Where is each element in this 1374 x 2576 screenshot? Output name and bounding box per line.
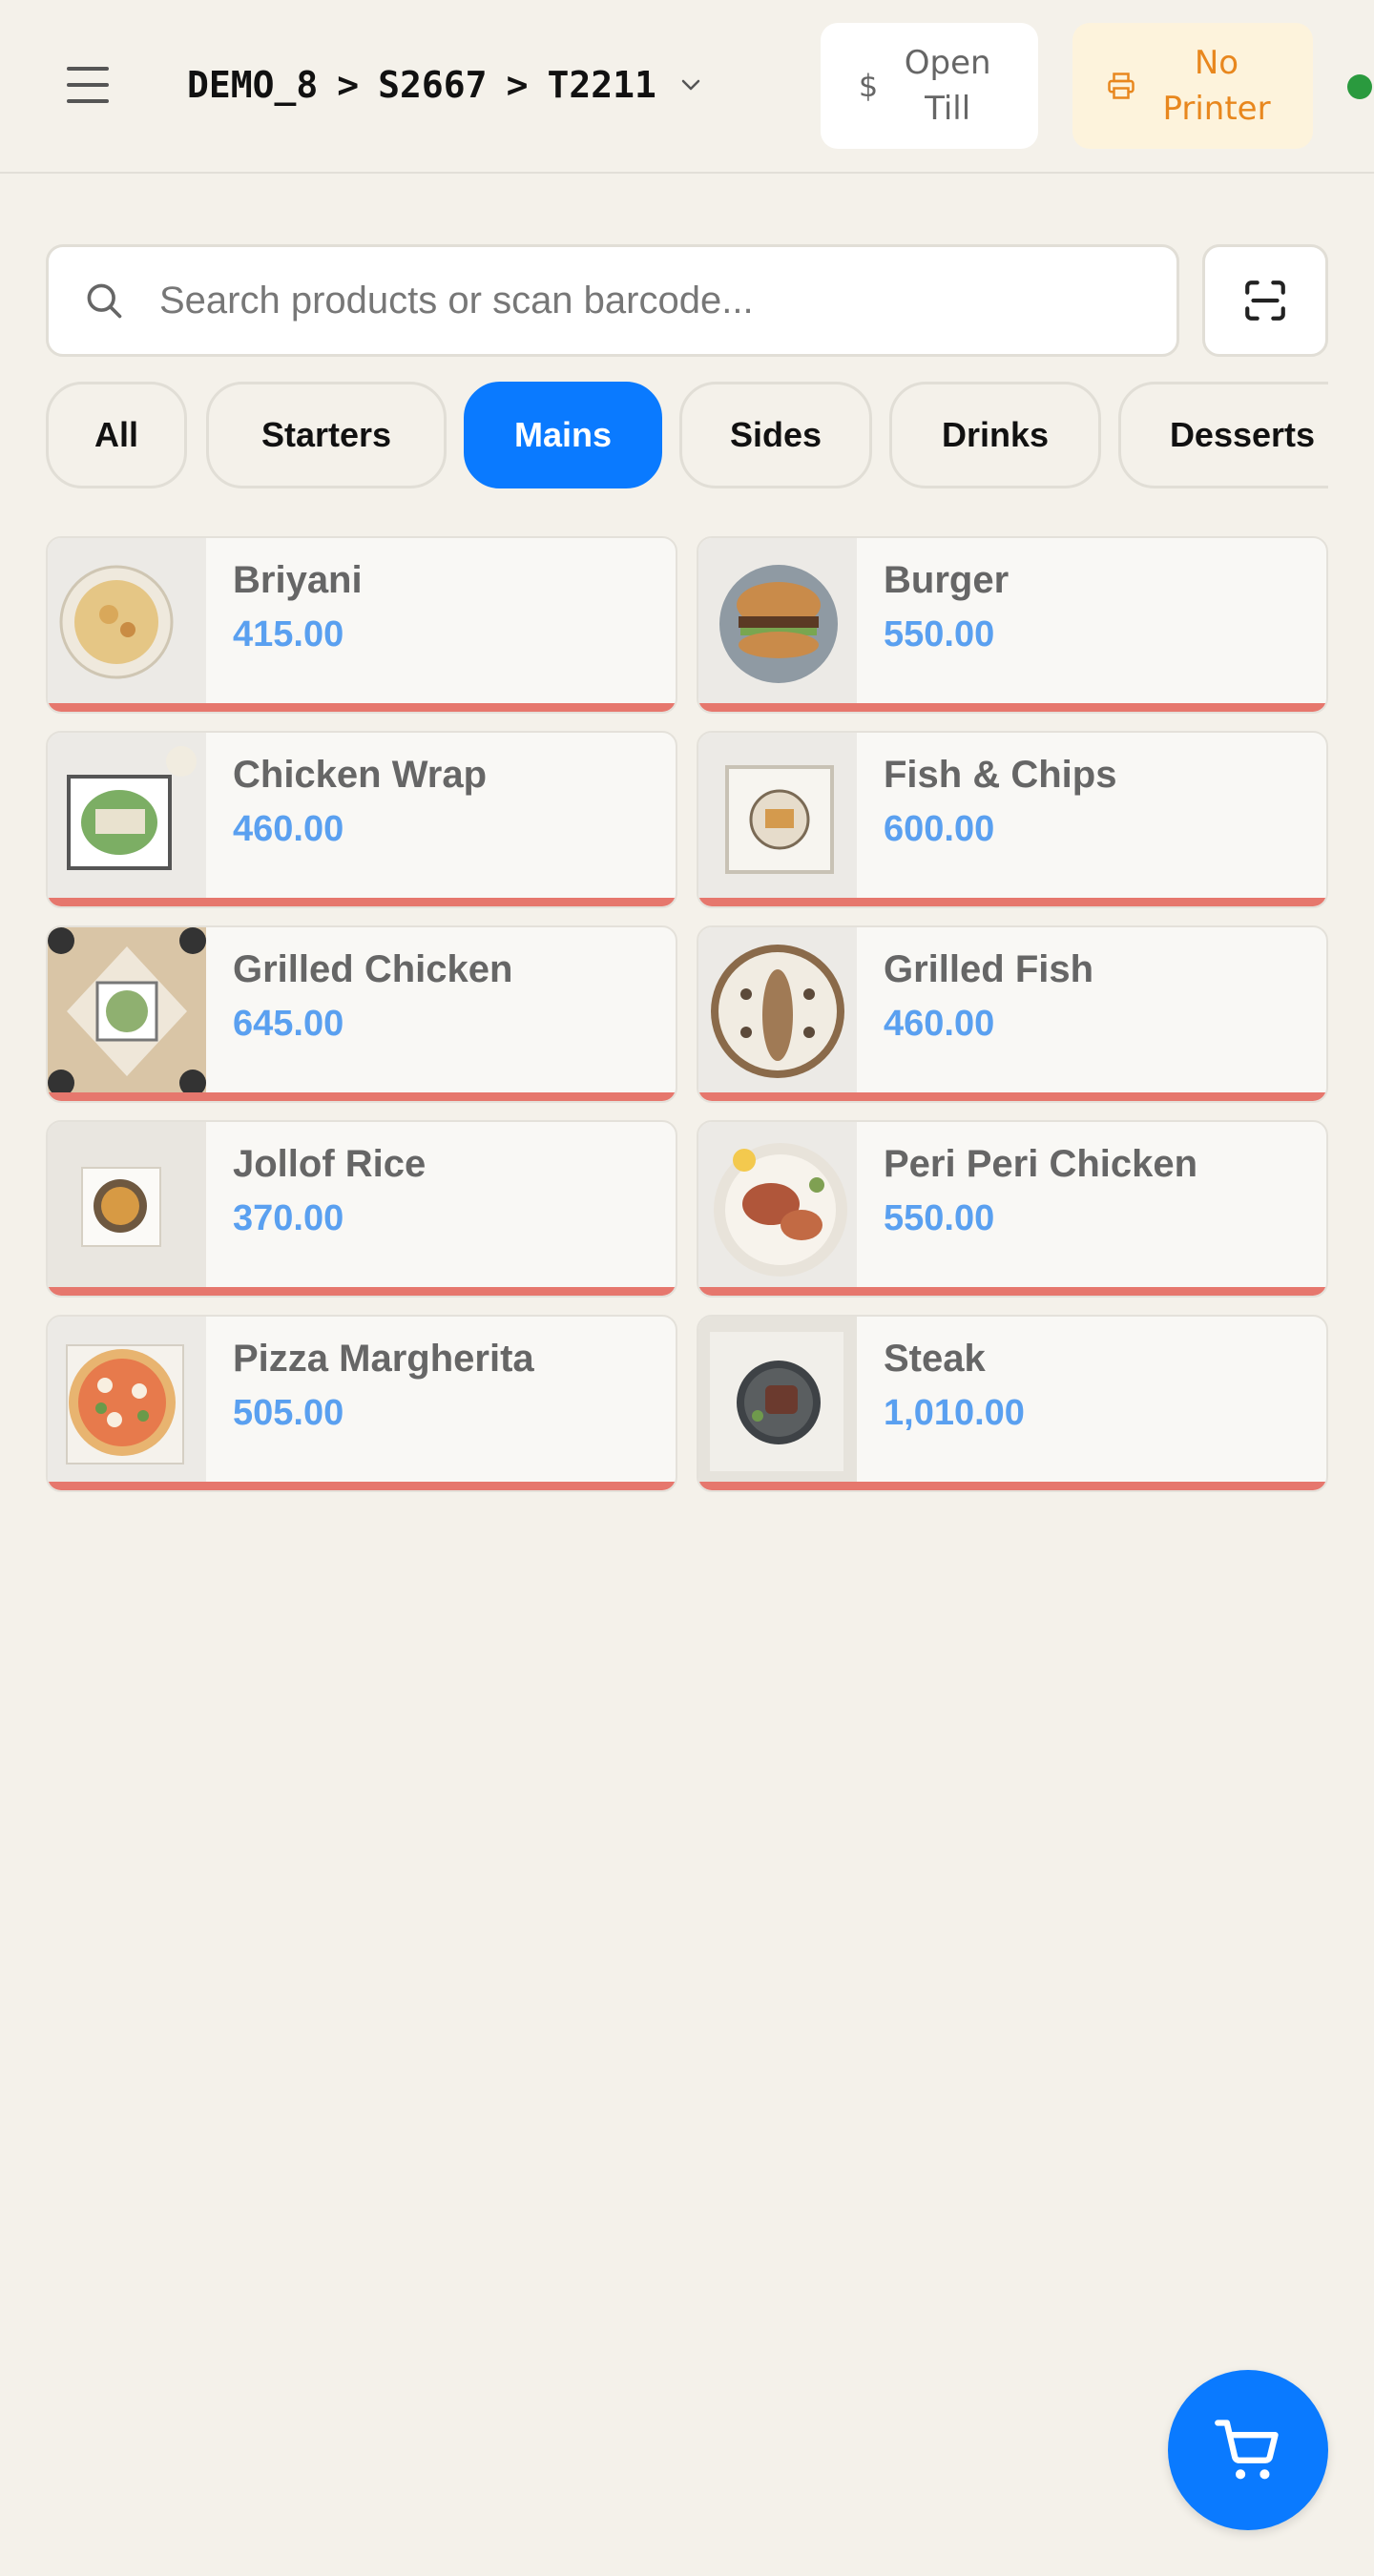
product-card[interactable]: Peri Peri Chicken 550.00 xyxy=(697,1120,1328,1298)
scan-icon xyxy=(1245,280,1285,321)
card-accent-bar xyxy=(698,1482,1326,1490)
product-name: Chicken Wrap xyxy=(233,754,487,796)
product-card[interactable]: Pizza Margherita 505.00 xyxy=(46,1315,677,1492)
product-name: Grilled Fish xyxy=(884,948,1094,990)
product-card[interactable]: Burger 550.00 xyxy=(697,536,1328,714)
product-name: Steak xyxy=(884,1338,986,1380)
product-price: 460.00 xyxy=(884,1004,995,1044)
breadcrumb-terminal: T2211 xyxy=(547,64,656,106)
product-name: Peri Peri Chicken xyxy=(884,1143,1198,1185)
product-name: Briyani xyxy=(233,559,363,601)
product-price: 1,010.00 xyxy=(884,1393,1025,1433)
open-till-label-line2: Till xyxy=(925,90,971,128)
product-image xyxy=(698,733,857,902)
product-image xyxy=(698,538,857,707)
product-name: Fish & Chips xyxy=(884,754,1117,796)
product-price: 505.00 xyxy=(233,1393,344,1433)
card-accent-bar xyxy=(698,898,1326,906)
search-input[interactable] xyxy=(159,279,1114,322)
breadcrumb-store: S2667 xyxy=(378,64,488,106)
tab-starters[interactable]: Starters xyxy=(206,382,447,488)
breadcrumb[interactable]: DEMO_8 > S2667 > T2211 xyxy=(187,59,702,111)
tab-all[interactable]: All xyxy=(46,382,187,488)
card-accent-bar xyxy=(698,1287,1326,1296)
breadcrumb-company: DEMO_8 xyxy=(187,64,319,106)
hamburger-menu-icon[interactable] xyxy=(57,63,118,107)
product-name: Burger xyxy=(884,559,1010,601)
card-accent-bar xyxy=(48,1482,676,1490)
card-accent-bar xyxy=(698,1092,1326,1101)
top-bar: DEMO_8 > S2667 > T2211 $ Open Till No Pr… xyxy=(0,0,1374,174)
product-image xyxy=(48,538,206,707)
product-price: 460.00 xyxy=(233,809,344,849)
product-card[interactable]: Fish & Chips 600.00 xyxy=(697,731,1328,908)
cart-icon xyxy=(1215,2420,1279,2480)
product-image xyxy=(48,733,206,902)
product-image xyxy=(48,1317,206,1485)
product-card[interactable]: Chicken Wrap 460.00 xyxy=(46,731,677,908)
product-card[interactable]: Steak 1,010.00 xyxy=(697,1315,1328,1492)
product-card[interactable]: Grilled Fish 460.00 xyxy=(697,925,1328,1103)
product-price: 550.00 xyxy=(884,1198,995,1238)
breadcrumb-separator: > xyxy=(506,64,529,106)
product-image xyxy=(698,1317,857,1485)
card-accent-bar xyxy=(48,1092,676,1101)
no-printer-label-line2: Printer xyxy=(1162,90,1271,128)
barcode-scan-button[interactable] xyxy=(1202,244,1328,357)
connection-status-indicator xyxy=(1347,74,1372,99)
chevron-down-icon xyxy=(681,79,700,91)
product-price: 370.00 xyxy=(233,1198,344,1238)
product-name: Jollof Rice xyxy=(233,1143,427,1185)
card-accent-bar xyxy=(48,703,676,712)
product-name: Grilled Chicken xyxy=(233,948,513,990)
open-till-label-line1: Open xyxy=(904,44,991,82)
dollar-icon: $ xyxy=(858,68,879,104)
product-price: 645.00 xyxy=(233,1004,344,1044)
product-card[interactable]: Grilled Chicken 645.00 xyxy=(46,925,677,1103)
category-tabs: All Starters Mains Sides Drinks Desserts xyxy=(46,380,1328,490)
product-card[interactable]: Briyani 415.00 xyxy=(46,536,677,714)
search-icon xyxy=(87,283,122,319)
cart-button[interactable] xyxy=(1168,2370,1328,2530)
product-price: 600.00 xyxy=(884,809,995,849)
card-accent-bar xyxy=(48,898,676,906)
product-image xyxy=(48,1122,206,1291)
tab-sides[interactable]: Sides xyxy=(679,382,872,488)
search-bar xyxy=(46,244,1179,357)
open-till-button[interactable]: $ Open Till xyxy=(821,23,1038,149)
product-name: Pizza Margherita xyxy=(233,1338,534,1380)
breadcrumb-separator: > xyxy=(337,64,360,106)
tab-mains[interactable]: Mains xyxy=(464,382,662,488)
product-image xyxy=(698,1122,857,1291)
no-printer-label-line1: No xyxy=(1194,44,1239,82)
product-price: 550.00 xyxy=(884,614,995,654)
card-accent-bar xyxy=(48,1287,676,1296)
card-accent-bar xyxy=(698,703,1326,712)
tab-desserts[interactable]: Desserts xyxy=(1118,382,1328,488)
product-image xyxy=(48,927,206,1096)
no-printer-button[interactable]: No Printer xyxy=(1072,23,1313,149)
product-card[interactable]: Jollof Rice 370.00 xyxy=(46,1120,677,1298)
product-image xyxy=(698,927,857,1096)
product-price: 415.00 xyxy=(233,614,344,654)
printer-icon xyxy=(1108,73,1135,99)
tab-drinks[interactable]: Drinks xyxy=(889,382,1101,488)
